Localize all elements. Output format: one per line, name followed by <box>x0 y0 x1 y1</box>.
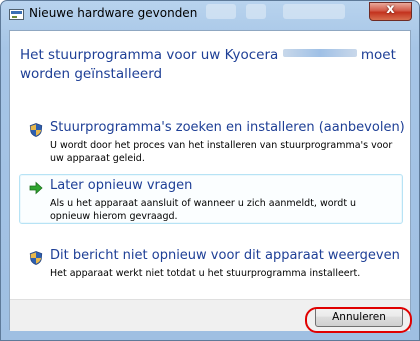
option-search-install[interactable]: Stuurprogramma's zoeken en installeren (… <box>19 116 405 166</box>
heading-text-part2: moet <box>360 47 396 63</box>
option-description: Als u het apparaat aansluit of wanneer u… <box>50 198 357 222</box>
dialog-window: Nieuwe hardware gevonden x Het stuurprog… <box>0 0 420 341</box>
blurred-background <box>283 4 345 19</box>
option-description: U wordt door het proces van het installe… <box>50 140 393 164</box>
window-title: Nieuwe hardware gevonden <box>29 6 198 20</box>
green-arrow-icon <box>29 181 43 195</box>
option-title: Later opnieuw vragen <box>50 178 193 193</box>
blurred-background <box>206 4 236 19</box>
option-do-not-show[interactable]: Dit bericht niet opnieuw voor dit appara… <box>19 244 403 284</box>
dialog-content: Het stuurprogramma voor uw Kyocera moet … <box>9 30 411 331</box>
heading-text-part1: Het stuurprogramma voor uw Kyocera <box>20 47 279 63</box>
heading-text-line2: worden geïnstalleerd <box>20 66 163 82</box>
option-ask-later[interactable]: Later opnieuw vragen Als u het apparaat … <box>19 174 403 224</box>
hardware-window-icon <box>9 9 24 20</box>
option-title: Stuurprogramma's zoeken en installeren (… <box>50 120 405 135</box>
highlight-ring <box>305 307 412 333</box>
title-bar[interactable]: Nieuwe hardware gevonden x <box>1 1 419 28</box>
shield-icon <box>29 251 43 265</box>
shield-icon <box>29 123 43 137</box>
option-title: Dit bericht niet opnieuw voor dit appara… <box>50 248 400 263</box>
blurred-background <box>246 4 266 19</box>
dialog-heading: Het stuurprogramma voor uw Kyocera moet … <box>20 46 400 84</box>
close-button[interactable]: x <box>369 2 412 21</box>
close-icon: x <box>386 2 395 17</box>
option-description: Het apparaat werkt niet totdat u het stu… <box>50 268 361 279</box>
redacted-model-name <box>282 49 357 57</box>
